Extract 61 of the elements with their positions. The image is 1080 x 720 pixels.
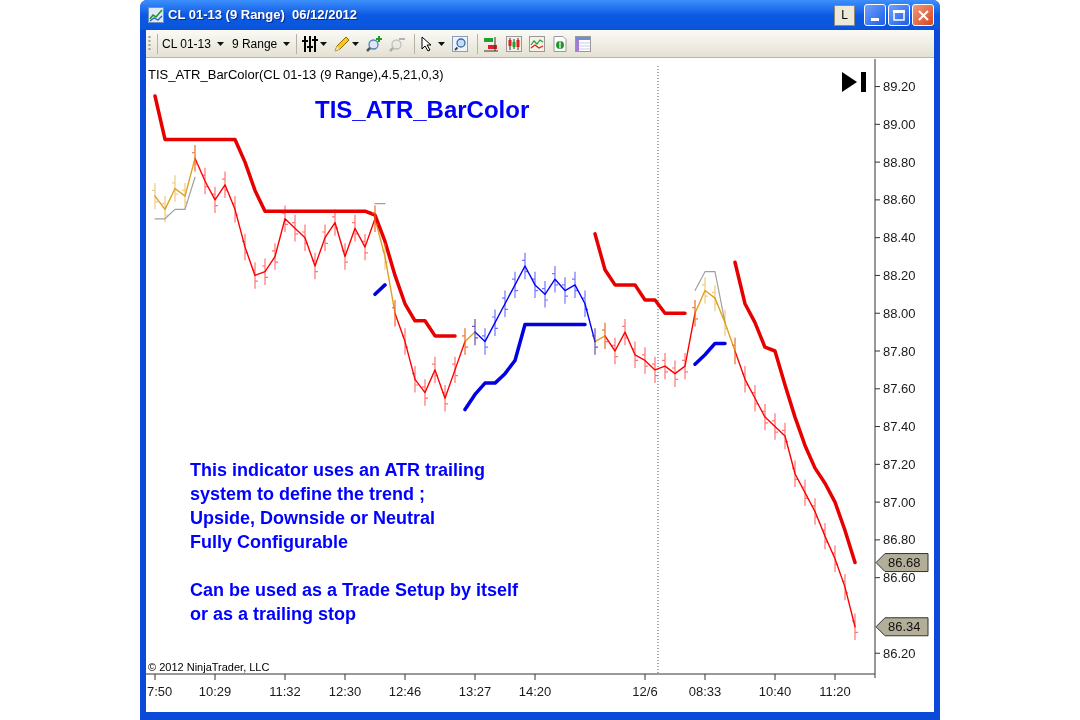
time-axis-label: 12/6 [632,684,658,699]
zoom-out-icon [389,35,406,52]
maximize-icon [893,9,905,21]
toolbar-dropdown[interactable]: CL 01-13 [158,32,228,55]
price-axis-label: 87.80 [883,343,916,359]
price-axis-label: 86.80 [883,532,916,548]
skip-to-end-icon[interactable] [842,72,866,92]
document-coin-icon [552,35,569,52]
price-axis-label: 88.00 [883,305,916,321]
price-axis-label: 87.00 [883,494,916,510]
chart-title: TIS_ATR_BarColor [315,96,530,123]
time-axis-label: 12:30 [328,684,362,699]
caret-icon [216,41,224,46]
price-axis-label: 88.20 [883,267,916,283]
price-axis-label: 88.60 [883,192,916,208]
time-axis-label: 14:20 [518,684,552,699]
copyright-text: © 2012 NinjaTrader, LLC [148,661,270,674]
caret-icon [352,41,360,46]
bar-chart-icon [483,35,500,52]
price-axis-label: 86.60 [883,570,916,586]
close-icon [917,9,929,21]
line-chart-icon [529,35,546,52]
magnifier-icon [452,35,469,52]
price-axis-label: 87.40 [883,419,916,435]
time-axis-label: 13:27 [458,684,492,699]
window-title: CL 01-13 (9 Range) 06/12/2012 [168,6,358,25]
price-axis-label: 88.40 [883,230,916,246]
price-axis-label: 87.60 [883,381,916,397]
candlestick-icon [506,35,523,52]
time-axis-label: 08:33 [688,684,722,699]
price-tag: 86.34 [875,617,929,637]
indicator-label: TIS_ATR_BarColor(CL 01-13 (9 Range),4.5,21,0,3) [148,67,444,82]
caret-icon [283,41,291,46]
caret-icon [320,41,328,46]
time-axis-label: 10:40 [758,684,792,699]
price-axis-label: 89.20 [883,79,916,95]
time-axis-label: 7:50 [147,684,173,699]
toolbar-dropdown[interactable]: 9 Range [227,32,295,55]
time-axis-label: 11:20 [819,684,851,699]
price-axis-label: 88.80 [883,154,916,170]
price-axis-label: 86.20 [883,645,916,661]
close-button[interactable] [912,4,934,26]
minimize-button[interactable] [864,4,886,26]
minimize-icon [871,18,879,21]
sliders-icon [302,35,319,52]
table-icon [575,35,592,52]
caret-icon [438,41,446,46]
pencil-icon [334,35,351,52]
grip-icon [148,34,151,53]
time-axis-label: 11:32 [269,684,301,699]
description-paragraph: Can be used as a Trade Setup by itself or as a trailing stop [190,579,519,626]
maximize-button[interactable] [888,4,910,26]
time-axis-label: 12:46 [388,684,422,699]
zoom-in-icon [366,35,383,52]
chart-icon [148,7,164,23]
price-axis-label: 87.20 [883,456,916,472]
description-paragraph: This indicator uses an ATR trailing system to define the trend ; Upside, Downside or Neutral Fully Configurable [190,459,487,554]
link-button[interactable]: L [834,4,855,26]
time-axis-label: 10:29 [198,684,232,699]
price-tag: 86.68 [875,553,929,573]
price-axis-label: 89.00 [883,116,916,132]
